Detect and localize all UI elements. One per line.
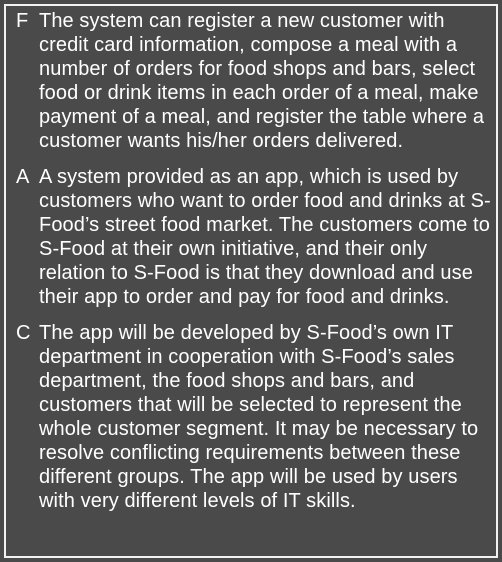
paragraph-text: The app will be developed by S-Food’s ow…: [39, 322, 479, 512]
paragraph-application-domain: A A system provided as an app, which is …: [16, 165, 494, 309]
paragraph-text: A system provided as an app, which is us…: [39, 166, 491, 308]
text-box: F The system can register a new customer…: [4, 4, 498, 558]
paragraph-text: The system can register a new customer w…: [39, 10, 485, 152]
paragraph-letter: C: [16, 322, 31, 344]
paragraph-letter: A: [16, 166, 30, 188]
paragraph-functionality: F The system can register a new customer…: [16, 9, 494, 153]
paragraph-conditions: C The app will be developed by S-Food’s …: [16, 321, 494, 513]
paragraph-letter: F: [16, 10, 29, 32]
text-box-content: F The system can register a new customer…: [16, 9, 494, 525]
